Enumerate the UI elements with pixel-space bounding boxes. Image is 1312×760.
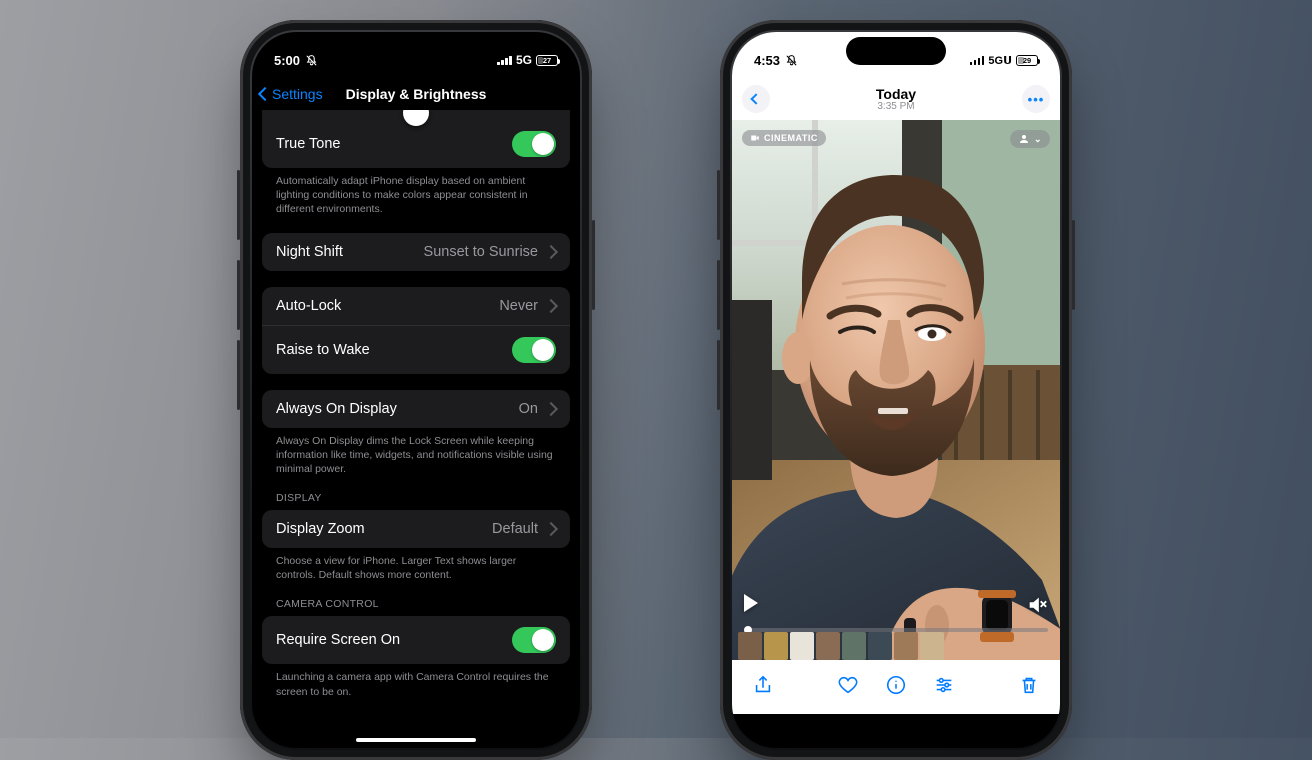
thumbnail-strip[interactable] bbox=[732, 632, 1060, 660]
silent-mode-icon bbox=[305, 54, 318, 67]
row-raise-to-wake[interactable]: Raise to Wake bbox=[262, 325, 570, 374]
play-button[interactable] bbox=[744, 594, 758, 612]
row-true-tone[interactable]: True Tone bbox=[262, 120, 570, 168]
chevron-right-icon bbox=[544, 244, 558, 258]
settings-list[interactable]: True Tone Automatically adapt iPhone dis… bbox=[252, 110, 580, 748]
people-badge[interactable]: ⌄ bbox=[1010, 130, 1050, 148]
true-tone-toggle[interactable] bbox=[512, 131, 556, 157]
require-screen-on-toggle[interactable] bbox=[512, 627, 556, 653]
screen: 5:00 5G 27 Settings bbox=[252, 32, 580, 748]
require-screen-on-footer: Launching a camera app with Camera Contr… bbox=[262, 664, 570, 698]
always-on-footer: Always On Display dims the Lock Screen w… bbox=[262, 428, 570, 477]
person-icon bbox=[1018, 133, 1030, 145]
info-icon bbox=[885, 674, 907, 696]
cellular-signal-icon bbox=[970, 55, 985, 65]
back-button[interactable] bbox=[742, 85, 770, 113]
cinematic-badge: CINEMATIC bbox=[742, 130, 826, 146]
status-time: 5:00 bbox=[274, 53, 300, 68]
silent-mode-icon bbox=[785, 54, 798, 67]
ellipsis-icon: ••• bbox=[1028, 92, 1045, 107]
battery-icon: 29 bbox=[1016, 55, 1038, 66]
row-always-on-display[interactable]: Always On Display On bbox=[262, 390, 570, 428]
phone-settings: 5:00 5G 27 Settings bbox=[240, 20, 592, 760]
nav-bar: Settings Display & Brightness bbox=[252, 78, 580, 110]
status-time: 4:53 bbox=[754, 53, 780, 68]
network-label: 5G𝗨 bbox=[988, 54, 1012, 67]
favorite-button[interactable] bbox=[837, 674, 859, 696]
dynamic-island bbox=[846, 37, 946, 65]
dynamic-island bbox=[366, 37, 466, 65]
mute-button[interactable] bbox=[1026, 594, 1048, 616]
network-label: 5G bbox=[516, 53, 532, 67]
home-indicator[interactable] bbox=[836, 738, 956, 742]
chevron-down-icon: ⌄ bbox=[1034, 134, 1042, 145]
row-display-zoom[interactable]: Display Zoom Default bbox=[262, 510, 570, 548]
chevron-right-icon bbox=[544, 298, 558, 312]
home-indicator[interactable] bbox=[356, 738, 476, 742]
nav-title-group: Today 3:35 PM bbox=[876, 87, 916, 112]
photos-nav-bar: Today 3:35 PM ••• bbox=[732, 78, 1060, 120]
raise-to-wake-toggle[interactable] bbox=[512, 337, 556, 363]
camera-control-section-header: CAMERA CONTROL bbox=[262, 582, 570, 616]
heart-icon bbox=[837, 674, 859, 696]
phone-photos: 4:53 5G𝗨 29 bbox=[720, 20, 1072, 760]
brightness-slider-peek[interactable] bbox=[262, 110, 570, 120]
share-icon bbox=[752, 674, 774, 696]
video-icon bbox=[750, 133, 760, 143]
display-zoom-footer: Choose a view for iPhone. Larger Text sh… bbox=[262, 548, 570, 582]
info-button[interactable] bbox=[885, 674, 907, 696]
edit-button[interactable] bbox=[933, 674, 955, 696]
true-tone-footer: Automatically adapt iPhone display based… bbox=[262, 168, 570, 217]
chevron-right-icon bbox=[544, 401, 558, 415]
trash-icon bbox=[1018, 674, 1040, 696]
chevron-left-icon bbox=[258, 87, 272, 101]
battery-icon: 27 bbox=[536, 55, 558, 66]
more-button[interactable]: ••• bbox=[1022, 85, 1050, 113]
row-require-screen-on[interactable]: Require Screen On bbox=[262, 616, 570, 664]
delete-button[interactable] bbox=[1018, 674, 1040, 696]
row-night-shift[interactable]: Night Shift Sunset to Sunrise bbox=[262, 233, 570, 271]
chevron-left-icon bbox=[750, 93, 761, 104]
nav-title: Display & Brightness bbox=[346, 86, 487, 102]
chevron-right-icon bbox=[544, 522, 558, 536]
cellular-signal-icon bbox=[497, 55, 512, 65]
video-preview[interactable]: CINEMATIC ⌄ bbox=[732, 120, 1060, 660]
photos-toolbar bbox=[732, 660, 1060, 714]
row-auto-lock[interactable]: Auto-Lock Never bbox=[262, 287, 570, 325]
screen: 4:53 5G𝗨 29 bbox=[732, 32, 1060, 748]
back-button[interactable]: Settings bbox=[260, 86, 323, 102]
sliders-icon bbox=[933, 674, 955, 696]
display-section-header: DISPLAY bbox=[262, 476, 570, 510]
share-button[interactable] bbox=[752, 674, 774, 696]
